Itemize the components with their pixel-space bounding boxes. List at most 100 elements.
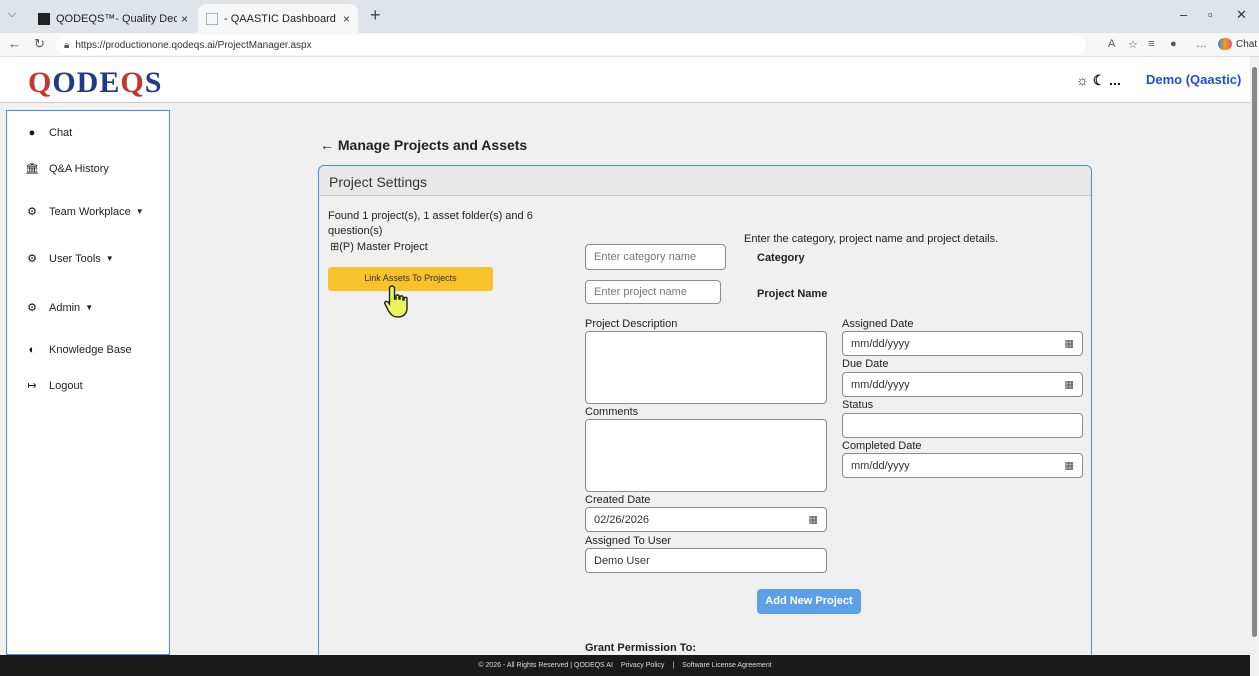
address-bar-row: ← ↻ 🔒︎ https://productionone.qodeqs.ai/P… <box>0 33 1259 57</box>
project-name-placeholder: Enter project name <box>594 286 687 298</box>
project-name-label: Project Name <box>757 288 828 300</box>
read-aloud-icon[interactable]: A <box>1108 38 1115 50</box>
logo-letter: Q <box>28 66 53 99</box>
sidebar-item-label: Admin <box>49 301 81 314</box>
assigned-date-label: Assigned Date <box>842 318 914 330</box>
browser-tab-dashboard[interactable]: - QAASTIC Dashboard × <box>198 4 358 33</box>
restore-icon[interactable]: ▫ <box>1208 7 1213 22</box>
created-date-input[interactable]: 02/26/2026 ▦ <box>585 507 827 532</box>
window-close-icon[interactable]: ✕ <box>1236 7 1247 23</box>
assigned-date-input[interactable]: mm/dd/yyyy ▦ <box>842 331 1083 356</box>
footer-copyright: © 2026 - All Rights Reserved | QODEQS AI <box>478 662 613 669</box>
description-textarea[interactable] <box>585 331 827 404</box>
created-date-label: Created Date <box>585 494 651 506</box>
favicon-icon <box>206 12 218 25</box>
sidebar-item-label: Logout <box>49 379 83 392</box>
copilot-chat-button[interactable]: Chat <box>1218 38 1257 50</box>
tab-label: - QAASTIC Dashboard <box>224 12 336 25</box>
more-icon[interactable]: … <box>1196 38 1207 50</box>
category-label: Category <box>757 252 805 264</box>
calendar-icon[interactable]: ▦ <box>1065 460 1074 471</box>
back-icon[interactable]: ← <box>8 36 21 51</box>
found-summary-line2: question(s) <box>328 225 383 237</box>
chat-bubble-icon: ● <box>28 127 36 139</box>
tab-menu-chevron-icon[interactable]: ⌵ <box>8 8 16 21</box>
logout-icon: ↦ <box>27 380 37 392</box>
minimize-icon[interactable]: – <box>1180 7 1187 22</box>
caret-down-icon: ▼ <box>85 303 94 312</box>
browser-tab-qodeqs[interactable]: QODEQS™- Quality Decisioning & × <box>30 4 196 33</box>
copilot-icon <box>1218 38 1232 50</box>
hand-cursor-icon <box>383 284 411 328</box>
logo-letter: Q <box>120 66 145 99</box>
tree-item-master-project[interactable]: ⊞(P) Master Project <box>330 240 428 253</box>
panel-title: Project Settings <box>319 166 1091 196</box>
calendar-icon[interactable]: ▦ <box>809 514 818 525</box>
calendar-icon[interactable]: ▦ <box>1065 379 1074 390</box>
due-date-label: Due Date <box>842 358 889 370</box>
qodeqs-logo[interactable]: QODEQS <box>28 66 162 100</box>
comments-label: Comments <box>585 406 639 418</box>
found-summary-line1: Found 1 project(s), 1 asset folder(s) an… <box>328 210 533 222</box>
category-placeholder: Enter category name <box>594 251 697 263</box>
browser-tab-bar: ⌵ QODEQS™- Quality Decisioning & × - QAA… <box>0 0 1259 33</box>
sidebar: ● Chat 🏛︎ Q&A History ⚙︎ Team Workplace … <box>6 110 170 655</box>
logo-letter: S <box>144 66 163 99</box>
license-agreement-link[interactable]: Software License Agreement <box>682 662 772 669</box>
close-icon[interactable]: × <box>181 12 188 26</box>
lock-icon: 🔒︎ <box>64 39 70 51</box>
sidebar-item-label: User Tools <box>49 252 101 265</box>
sidebar-item-label: Q&A History <box>49 162 109 175</box>
instructions-text: Enter the category, project name and pro… <box>744 233 999 245</box>
completed-date-label: Completed Date <box>842 440 922 452</box>
gears-icon: ⚙︎ <box>27 253 37 265</box>
category-input[interactable]: Enter category name <box>585 244 726 270</box>
add-new-project-button[interactable]: Add New Project <box>757 589 861 614</box>
url-field[interactable]: 🔒︎ https://productionone.qodeqs.ai/Proje… <box>56 35 1086 55</box>
comments-textarea[interactable] <box>585 419 827 492</box>
gears-icon: ⚙︎ <box>27 206 37 218</box>
assigned-user-input[interactable]: Demo User <box>585 548 827 573</box>
scrollbar-thumb[interactable] <box>1252 67 1257 637</box>
privacy-policy-link[interactable]: Privacy Policy <box>621 662 665 669</box>
app-header: QODEQS ☼ ☾ ... Demo (Qaastic) <box>0 57 1250 103</box>
project-name-input[interactable]: Enter project name <box>585 280 721 304</box>
sidebar-item-label: Team Workplace <box>49 205 131 218</box>
theme-toggle-icons[interactable]: ☼ ☾ ... <box>1076 72 1121 89</box>
user-menu-link[interactable]: Demo (Qaastic) <box>1146 72 1241 87</box>
close-icon[interactable]: × <box>343 12 350 26</box>
caret-down-icon: ▼ <box>135 207 144 216</box>
collections-icon[interactable]: ≡ <box>1148 38 1154 50</box>
gears-icon: ⚙︎ <box>27 302 37 314</box>
due-date-input[interactable]: mm/dd/yyyy ▦ <box>842 372 1083 397</box>
favicon-icon <box>38 12 50 25</box>
sidebar-item-logout[interactable]: ↦ Logout <box>23 379 83 393</box>
sidebar-item-user-tools[interactable]: ⚙︎ User Tools ▼ <box>23 252 114 266</box>
refresh-icon[interactable]: ↻ <box>34 36 45 52</box>
sidebar-item-admin[interactable]: ⚙︎ Admin ▼ <box>23 301 94 315</box>
sidebar-item-chat[interactable]: ● Chat <box>23 127 73 139</box>
new-tab-icon[interactable]: + <box>370 5 381 26</box>
favorite-star-icon[interactable]: ☆ <box>1128 38 1138 51</box>
logo-letters: ODE <box>52 66 121 99</box>
chat-label: Chat <box>1236 38 1258 50</box>
page-title[interactable]: ← Manage Projects and Assets <box>320 137 527 153</box>
grant-permission-label: Grant Permission To: <box>585 642 697 654</box>
profile-icon[interactable]: ● <box>1170 38 1177 50</box>
sidebar-item-team-workplace[interactable]: ⚙︎ Team Workplace ▼ <box>23 205 144 219</box>
calendar-icon[interactable]: ▦ <box>1065 338 1074 349</box>
page-scrollbar[interactable] <box>1250 57 1259 676</box>
tab-label: QODEQS™- Quality Decisioning & <box>56 12 177 25</box>
completed-date-input[interactable]: mm/dd/yyyy ▦ <box>842 453 1083 478</box>
sidebar-item-label: Chat <box>49 127 73 139</box>
brain-icon: ◐ <box>28 344 36 356</box>
due-date-value: mm/dd/yyyy <box>851 378 910 391</box>
bank-icon: 🏛︎ <box>25 163 39 175</box>
assigned-user-value: Demo User <box>594 554 650 567</box>
url-text: https://productionone.qodeqs.ai/ProjectM… <box>75 39 312 51</box>
sidebar-item-label: Knowledge Base <box>49 344 132 356</box>
status-input[interactable] <box>842 413 1083 438</box>
assigned-date-value: mm/dd/yyyy <box>851 337 910 350</box>
sidebar-item-knowledge-base[interactable]: ◐ Knowledge Base <box>23 344 132 356</box>
sidebar-item-qa-history[interactable]: 🏛︎ Q&A History <box>23 162 109 176</box>
